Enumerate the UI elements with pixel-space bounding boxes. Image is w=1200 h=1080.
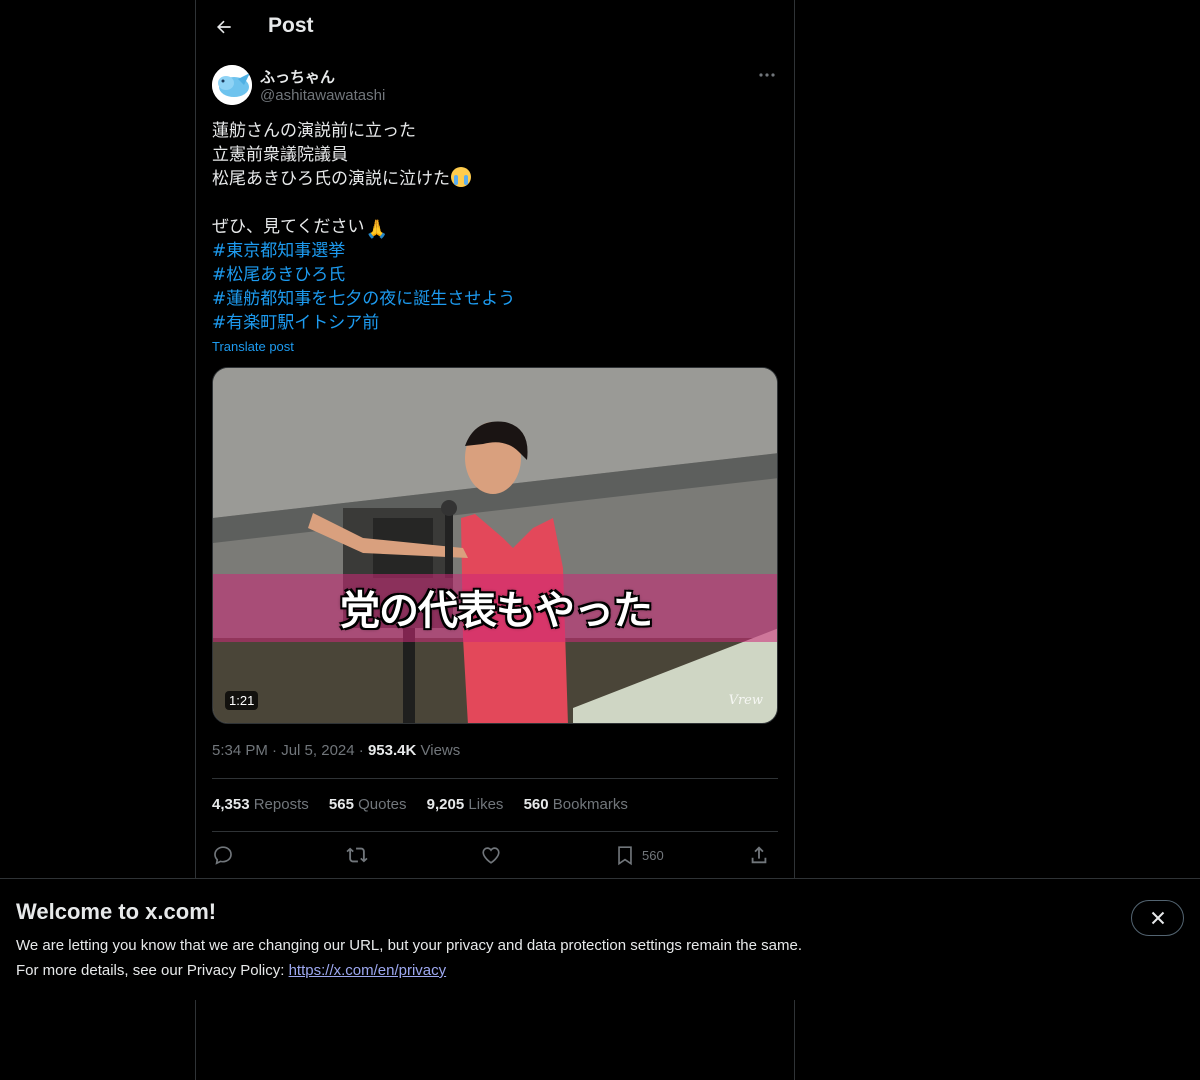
- post-line: 蓮舫さんの演説前に立った: [212, 121, 416, 141]
- folded-hands-icon: 🙏: [365, 219, 388, 240]
- share-icon: [751, 846, 767, 864]
- share-button[interactable]: [748, 842, 770, 868]
- video-watermark: Vrew: [728, 693, 763, 708]
- hashtag-link[interactable]: #東京都知事選挙: [212, 239, 778, 263]
- repost-button[interactable]: [346, 842, 368, 868]
- video-frame-image: [213, 368, 777, 723]
- post-line: 松尾あきひろ氏の演説に泣けた: [212, 167, 778, 191]
- post-text: 蓮舫さんの演説前に立った 立憲前衆議院議員 松尾あきひろ氏の演説に泣けた ぜひ、…: [212, 119, 778, 335]
- like-button[interactable]: [480, 842, 502, 868]
- post-actions: 560: [212, 842, 778, 868]
- bookmark-icon: [618, 846, 632, 866]
- post-line-text: ぜひ、見てください: [212, 217, 365, 237]
- post-stats: 4,353 Reposts 565 Quotes 9,205 Likes 560…: [212, 796, 644, 813]
- hashtag-link[interactable]: #有楽町駅イトシア前: [212, 311, 778, 335]
- quotes-stat[interactable]: 565 Quotes: [329, 796, 407, 813]
- post-date[interactable]: Jul 5, 2024: [281, 742, 354, 759]
- meta-separator: ·: [272, 742, 278, 759]
- arrow-left-icon: [217, 20, 231, 34]
- post-meta: 5:34 PM · Jul 5, 2024 · 953.4K Views: [212, 742, 460, 759]
- bookmark-count: 560: [642, 847, 664, 863]
- banner-privacy-line: For more details, see our Privacy Policy…: [16, 962, 446, 979]
- privacy-policy-link[interactable]: https://x.com/en/privacy: [289, 962, 447, 979]
- divider: [212, 778, 778, 779]
- post-line-text: 松尾あきひろ氏の演説に泣けた: [212, 169, 450, 189]
- divider: [212, 831, 778, 832]
- post-header: Post: [196, 0, 794, 54]
- loudly-crying-face-icon: [451, 167, 471, 187]
- repost-icon: [346, 847, 368, 863]
- back-button[interactable]: [210, 13, 238, 41]
- bookmarks-stat[interactable]: 560 Bookmarks: [524, 796, 628, 813]
- hashtag-link[interactable]: #松尾あきひろ氏: [212, 263, 778, 287]
- page-title: Post: [268, 14, 314, 37]
- author-display-name[interactable]: ふっちゃん: [260, 66, 335, 87]
- more-options-button[interactable]: [756, 66, 778, 84]
- avatar[interactable]: [212, 65, 252, 105]
- likes-stat[interactable]: 9,205 Likes: [427, 796, 504, 813]
- banner-message: We are letting you know that we are chan…: [16, 937, 802, 954]
- video-duration: 1:21: [225, 691, 259, 710]
- reply-button[interactable]: [212, 842, 234, 868]
- close-banner-button[interactable]: [1131, 900, 1184, 936]
- views-count: 953.4K: [367, 742, 417, 759]
- author-handle[interactable]: @ashitawawatashi: [260, 87, 385, 104]
- banner-title: Welcome to x.com!: [16, 899, 217, 924]
- translate-post-link[interactable]: Translate post: [212, 339, 294, 354]
- more-dots-icon: [759, 73, 775, 77]
- meta-separator: ·: [358, 742, 364, 759]
- bookmark-button[interactable]: 560: [614, 842, 664, 868]
- hashtag-link[interactable]: #蓮舫都知事を七夕の夜に誕生させよう: [212, 287, 778, 311]
- close-icon: [1151, 911, 1164, 925]
- post-line: ぜひ、見てください🙏: [212, 215, 778, 240]
- video-caption: 党の代表もやった: [340, 588, 653, 634]
- post-author: ふっちゃん @ashitawawatashi: [212, 64, 778, 108]
- heart-icon: [482, 847, 500, 864]
- post-time[interactable]: 5:34 PM: [212, 742, 268, 759]
- banner-privacy-prefix: For more details, see our Privacy Policy…: [16, 962, 289, 979]
- views-label: Views: [420, 742, 461, 759]
- reply-icon: [214, 846, 232, 865]
- reposts-stat[interactable]: 4,353 Reposts: [212, 796, 309, 813]
- bird-avatar-image: [212, 65, 252, 105]
- video-player[interactable]: 党の代表もやった 1:21 Vrew: [212, 367, 778, 724]
- welcome-banner: Welcome to x.com! We are letting you kno…: [0, 878, 1200, 1000]
- post-line: 立憲前衆議院議員: [212, 145, 348, 165]
